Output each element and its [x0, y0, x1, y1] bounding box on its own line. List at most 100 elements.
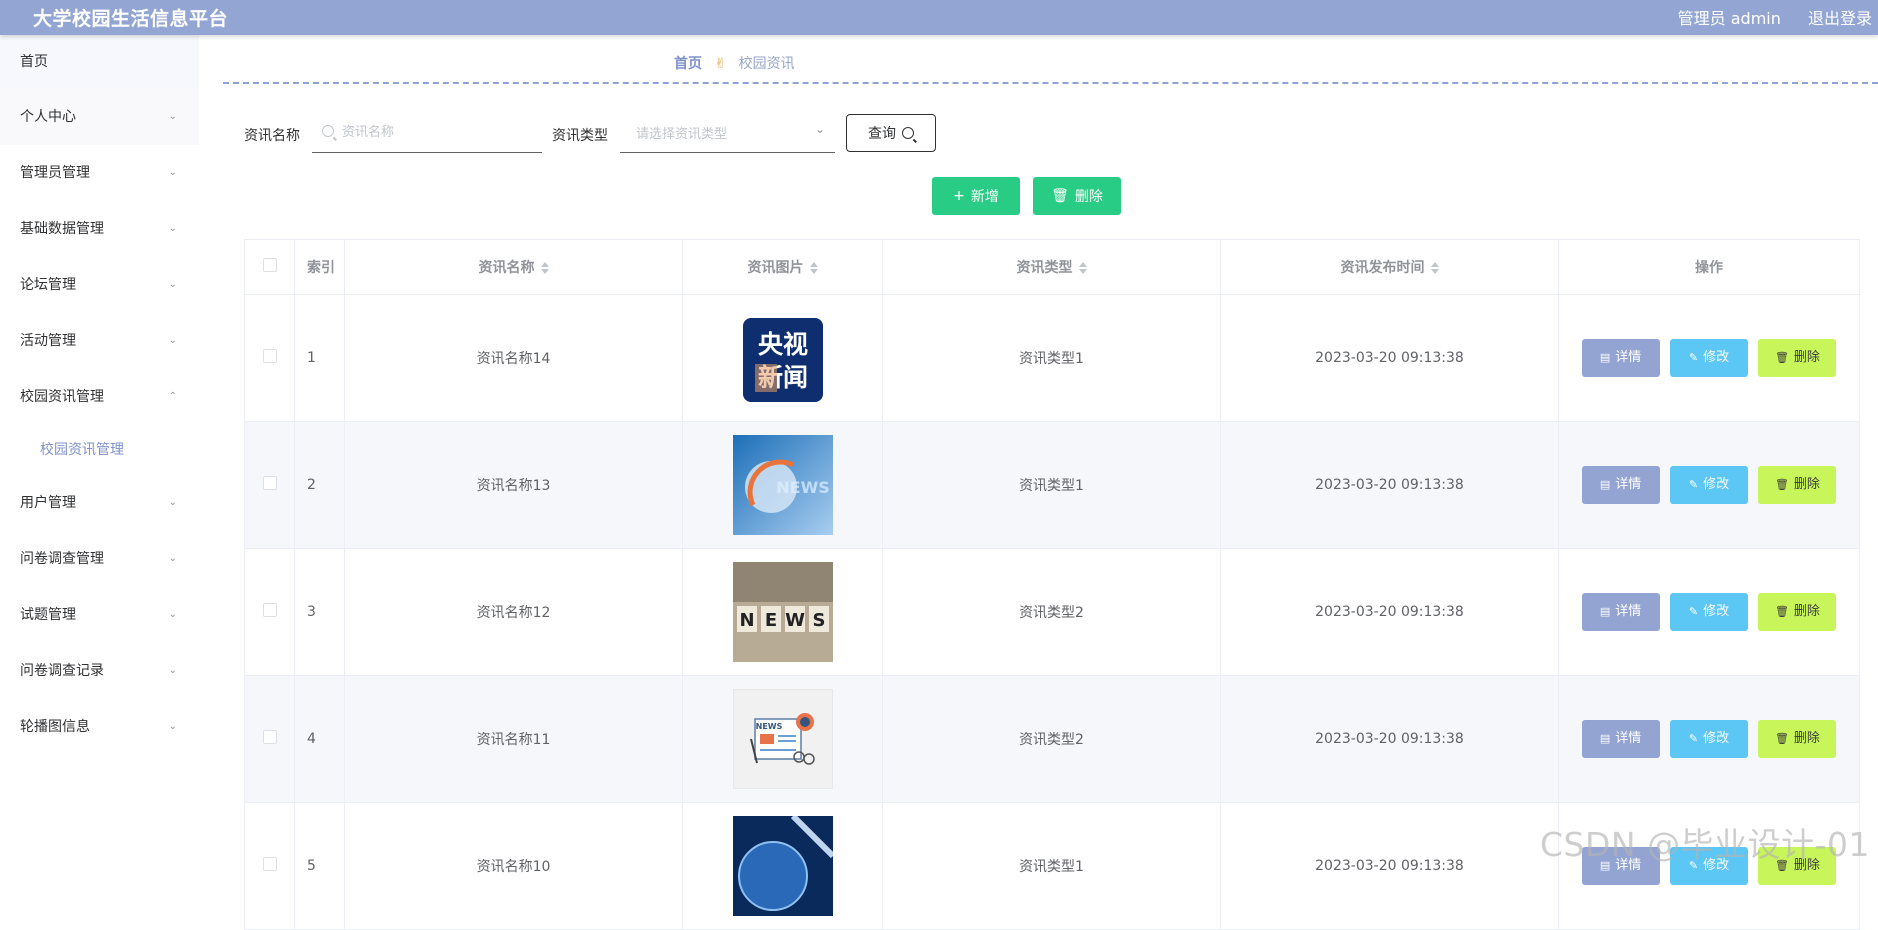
- top-bar: 大学校园生活信息平台 管理员 admin 退出登录: [0, 0, 1878, 35]
- column-header-type[interactable]: 资讯类型: [882, 239, 1221, 295]
- document-icon: ▤: [1599, 605, 1611, 618]
- row-checkbox[interactable]: [262, 476, 277, 490]
- detail-button[interactable]: ▤ 详情: [1581, 339, 1660, 377]
- chevron-down-icon: ⌄: [168, 223, 177, 234]
- document-icon: ▤: [1599, 732, 1611, 745]
- edit-button[interactable]: ✎ 修改: [1670, 339, 1748, 377]
- logout-link[interactable]: 退出登录: [1808, 9, 1872, 28]
- delete-button[interactable]: 🗑 删除: [1758, 466, 1837, 504]
- sidebar-subitem-campus-news[interactable]: 校园资讯管理: [0, 425, 199, 475]
- breadcrumb-home[interactable]: 首页: [674, 56, 702, 72]
- sort-icon[interactable]: [1078, 261, 1087, 275]
- select-all-checkbox[interactable]: [262, 258, 277, 272]
- chevron-up-icon: ⌃: [168, 391, 177, 402]
- column-header-name[interactable]: 资讯名称: [344, 239, 683, 295]
- delete-button[interactable]: 🗑 删除: [1758, 847, 1837, 885]
- query-button[interactable]: 查询: [846, 114, 936, 152]
- sidebar-item-survey-records[interactable]: 问卷调查记录 ⌄: [0, 643, 199, 699]
- column-header-image[interactable]: 资讯图片: [682, 239, 883, 295]
- svg-text:S: S: [812, 610, 825, 631]
- row-name: 资讯名称10: [344, 802, 683, 930]
- edit-label: 修改: [1703, 350, 1730, 365]
- sidebar-item-admin[interactable]: 管理员管理 ⌄: [0, 145, 199, 201]
- svg-text:N: N: [739, 610, 754, 631]
- sidebar-item-forum[interactable]: 论坛管理 ⌄: [0, 257, 199, 313]
- detail-label: 详情: [1615, 731, 1642, 746]
- detail-label: 详情: [1615, 604, 1642, 619]
- edit-button[interactable]: ✎ 修改: [1670, 847, 1748, 885]
- name-filter-box: [312, 114, 542, 153]
- news-thumbnail-newspaper[interactable]: NEWS: [732, 689, 833, 789]
- user-area: 管理员 admin 退出登录: [1656, 5, 1872, 29]
- row-checkbox[interactable]: [262, 349, 277, 363]
- row-select-cell: [244, 548, 295, 676]
- sidebar-item-questions[interactable]: 试题管理 ⌄: [0, 587, 199, 643]
- column-header-time[interactable]: 资讯发布时间: [1220, 239, 1559, 295]
- row-image-cell: NEWS: [682, 421, 883, 549]
- row-index: 4: [294, 675, 345, 803]
- delete-button[interactable]: 🗑 删除: [1758, 720, 1837, 758]
- row-type: 资讯类型2: [882, 548, 1221, 676]
- sort-icon[interactable]: [809, 261, 818, 275]
- table-row: 2 资讯名称13 NEWS 资讯类型1 2023-03-20 09:13:38 …: [244, 421, 1860, 549]
- bulk-delete-button[interactable]: 🗑 删除: [1033, 177, 1121, 215]
- name-filter-input[interactable]: [312, 114, 542, 150]
- bulk-delete-label: 删除: [1074, 189, 1103, 205]
- row-checkbox[interactable]: [262, 603, 277, 617]
- news-thumbnail-cctv[interactable]: 央视 新闻: [733, 308, 833, 408]
- chevron-down-icon: ⌄: [168, 497, 177, 508]
- sort-icon[interactable]: [1430, 261, 1439, 275]
- sidebar-item-users[interactable]: 用户管理 ⌄: [0, 475, 199, 531]
- plus-icon: +: [953, 188, 965, 204]
- row-ops: ▤ 详情 ✎ 修改 🗑 删除: [1558, 421, 1860, 549]
- delete-button[interactable]: 🗑 删除: [1758, 339, 1837, 377]
- pencil-icon: ✎: [1688, 351, 1699, 364]
- delete-label: 删除: [1793, 604, 1820, 619]
- trash-icon: 🗑: [1774, 351, 1789, 364]
- detail-button[interactable]: ▤ 详情: [1581, 466, 1660, 504]
- chevron-down-icon: ⌄: [168, 553, 177, 564]
- news-thumbnail-globe-dark[interactable]: [732, 816, 833, 916]
- row-checkbox[interactable]: [262, 730, 277, 744]
- delete-label: 删除: [1793, 731, 1820, 746]
- breadcrumb: 首页 ✌ 校园资讯: [674, 53, 795, 73]
- edit-button[interactable]: ✎ 修改: [1670, 720, 1748, 758]
- news-thumbnail-globe-blue[interactable]: NEWS: [732, 435, 833, 535]
- sidebar-item-campus-news[interactable]: 校园资讯管理 ⌃: [0, 369, 199, 425]
- sidebar-item-label: 试题管理: [20, 607, 76, 623]
- add-button[interactable]: + 新增: [932, 177, 1020, 215]
- row-time: 2023-03-20 09:13:38: [1220, 548, 1559, 676]
- divider: [223, 82, 1878, 84]
- sidebar-item-survey[interactable]: 问卷调查管理 ⌄: [0, 531, 199, 587]
- breadcrumb-current: 校园资讯: [738, 56, 795, 72]
- row-type: 资讯类型1: [882, 421, 1221, 549]
- edit-button[interactable]: ✎ 修改: [1670, 466, 1748, 504]
- sidebar-item-carousel[interactable]: 轮播图信息 ⌄: [0, 699, 199, 755]
- edit-label: 修改: [1703, 731, 1730, 746]
- sidebar-item-activity[interactable]: 活动管理 ⌄: [0, 313, 199, 369]
- sidebar-item-home[interactable]: 首页: [0, 35, 199, 89]
- detail-button[interactable]: ▤ 详情: [1581, 847, 1660, 885]
- sidebar-item-basic-data[interactable]: 基础数据管理 ⌄: [0, 201, 199, 257]
- sidebar-item-label: 基础数据管理: [20, 221, 104, 237]
- column-header-name-label: 资讯名称: [478, 260, 535, 276]
- row-time: 2023-03-20 09:13:38: [1220, 421, 1559, 549]
- sort-icon[interactable]: [540, 261, 549, 275]
- type-filter-select[interactable]: 请选择资讯类型 ⌄: [620, 114, 835, 153]
- svg-text:E: E: [764, 610, 776, 631]
- row-select-cell: [244, 675, 295, 803]
- document-icon: ▤: [1599, 351, 1611, 364]
- add-button-label: 新增: [970, 189, 999, 205]
- row-checkbox[interactable]: [262, 857, 277, 871]
- sidebar-item-personal[interactable]: 个人中心 ⌄: [0, 89, 199, 145]
- detail-button[interactable]: ▤ 详情: [1581, 720, 1660, 758]
- news-thumbnail-blocks[interactable]: N E W S: [732, 562, 833, 662]
- trash-icon: 🗑: [1774, 732, 1789, 745]
- edit-button[interactable]: ✎ 修改: [1670, 593, 1748, 631]
- chevron-down-icon: ⌄: [168, 279, 177, 290]
- detail-button[interactable]: ▤ 详情: [1581, 593, 1660, 631]
- edit-label: 修改: [1703, 604, 1730, 619]
- chevron-down-icon: ⌄: [168, 609, 177, 620]
- delete-button[interactable]: 🗑 删除: [1758, 593, 1837, 631]
- hand-icon: ✌: [714, 56, 727, 72]
